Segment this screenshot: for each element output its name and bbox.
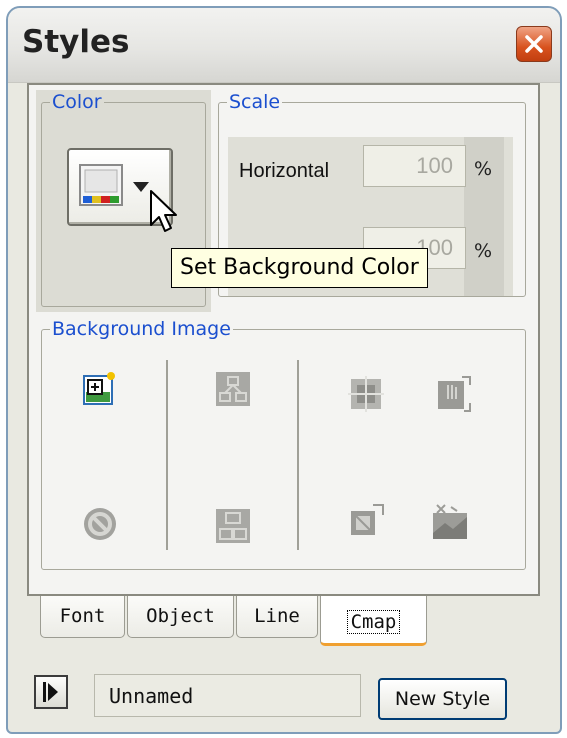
color-group-legend: Color [52, 91, 102, 113]
close-icon [525, 35, 543, 53]
play-button[interactable] [34, 675, 68, 709]
add-image-icon[interactable] [81, 370, 119, 408]
window-title: Styles [22, 24, 130, 60]
tab-line[interactable]: Line [236, 596, 318, 638]
divider [166, 360, 168, 550]
fit-image-icon[interactable] [347, 503, 385, 541]
tab-cmap-label: Cmap [346, 610, 401, 634]
tile-image-icon[interactable] [214, 507, 252, 545]
divider [297, 360, 299, 550]
play-icon [43, 682, 58, 702]
horizontal-scale-input[interactable]: 100 [363, 145, 466, 187]
color-picker-icon [79, 164, 149, 206]
style-name-field[interactable]: Unnamed [94, 674, 361, 717]
scale-group-legend: Scale [229, 91, 281, 113]
tab-font[interactable]: Font [40, 596, 125, 638]
vertical-percent: % [474, 240, 493, 262]
tab-cmap[interactable]: Cmap [320, 596, 427, 646]
image-layout-icon[interactable] [214, 370, 252, 408]
tooltip: Set Background Color [171, 248, 428, 288]
tab-object[interactable]: Object [127, 596, 234, 638]
center-image-icon[interactable] [347, 375, 385, 413]
crop-image-icon[interactable] [431, 503, 469, 541]
stretch-image-icon[interactable] [434, 375, 472, 413]
background-image-group-legend: Background Image [52, 318, 231, 340]
new-style-button[interactable]: New Style [378, 678, 507, 720]
no-image-icon[interactable] [81, 505, 119, 543]
mouse-cursor-icon [150, 190, 177, 232]
horizontal-percent: % [474, 158, 493, 180]
close-button[interactable] [516, 26, 552, 62]
horizontal-label: Horizontal [239, 160, 330, 182]
styles-panel: Color Scale Horizontal 100 % 100 % Set B… [27, 83, 540, 596]
title-bar[interactable]: Styles [8, 8, 560, 83]
